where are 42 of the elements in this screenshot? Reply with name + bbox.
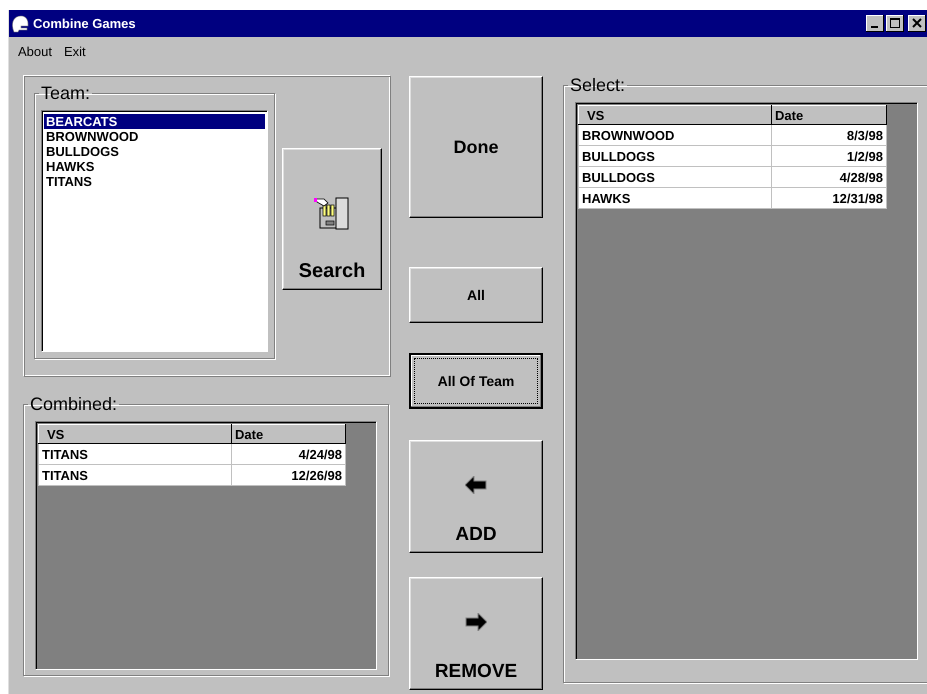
table-cell: 12/26/98 [232, 464, 346, 486]
menu-item[interactable]: Exit [58, 42, 91, 60]
table-cell: TITANS [38, 464, 232, 486]
table-cell: 1/2/98 [772, 146, 886, 166]
team-list-item[interactable]: BULLDOGS [44, 144, 265, 159]
action-button[interactable]: ADD [409, 440, 543, 553]
group-label: Combined: [29, 394, 118, 415]
team-list-item[interactable]: HAWKS [44, 159, 265, 174]
menu-item[interactable]: About [13, 42, 57, 60]
table-cell: BULLDOGS [578, 146, 772, 166]
table-cell: 4/28/98 [772, 166, 886, 188]
maximize-icon[interactable] [886, 15, 904, 32]
table-cell: HAWKS [578, 188, 772, 208]
column-header[interactable]: Date [232, 424, 346, 444]
action-button[interactable]: REMOVE [409, 577, 543, 690]
window-title: Combine Games [33, 16, 136, 31]
team-list[interactable]: BEARCATS BROWNWOOD BULLDOGS HAWKS TITANS [41, 110, 268, 352]
table-cell: TITANS [38, 444, 232, 464]
group-label: Team: [40, 83, 92, 104]
right-arrow-icon [465, 613, 487, 631]
group-label: Select: [569, 75, 626, 96]
left-arrow-icon [465, 476, 487, 494]
team-list-item[interactable]: BEARCATS [44, 114, 265, 129]
table-cell: BULLDOGS [578, 166, 772, 188]
column-header[interactable]: VS [578, 106, 772, 124]
minimize-icon[interactable] [866, 15, 884, 32]
table-cell: 8/3/98 [772, 124, 886, 146]
action-button[interactable]: All [409, 267, 543, 323]
table-cell: 4/24/98 [232, 444, 346, 464]
action-button[interactable]: All Of Team [409, 353, 543, 409]
data-grid[interactable]: VS Date TITANS 4/24/98 TITANS 12/26/98 [35, 421, 377, 670]
table-cell: BROWNWOOD [578, 124, 772, 146]
column-header[interactable]: VS [38, 424, 232, 444]
table-cell: 12/31/98 [772, 188, 886, 208]
close-icon[interactable] [908, 15, 926, 32]
team-list-item[interactable]: TITANS [44, 174, 265, 189]
helmet-icon [11, 14, 29, 32]
data-grid[interactable]: VS Date BROWNWOOD 8/3/98 BULLDOGS 1/2/98 BULLDOGS 4/28/98 HAWKS 12/31/98 [575, 102, 918, 660]
team-list-item[interactable]: BROWNWOOD [44, 129, 265, 144]
column-header[interactable]: Date [772, 106, 886, 124]
search-button[interactable]: Search [282, 148, 382, 290]
action-button[interactable]: Done [409, 76, 543, 218]
